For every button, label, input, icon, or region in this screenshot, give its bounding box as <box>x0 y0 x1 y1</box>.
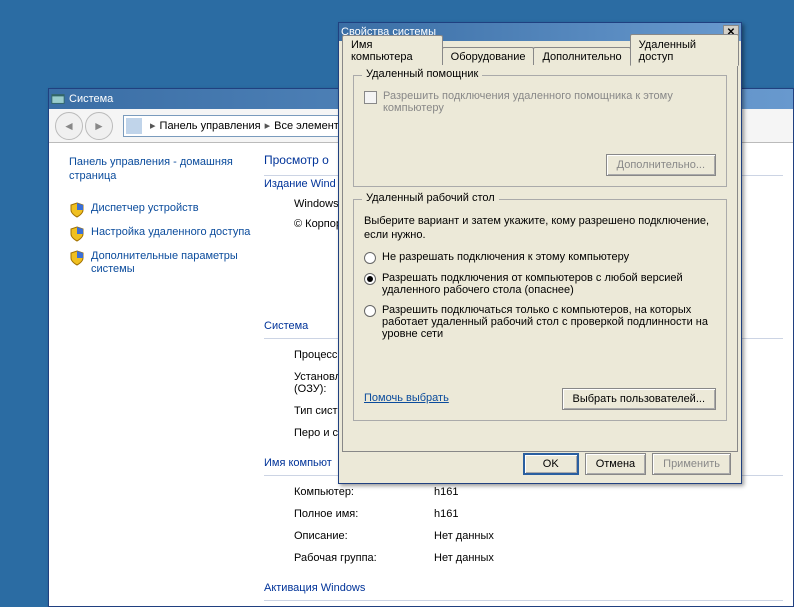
remote-assistance-group: Удаленный помощник Разрешить подключения… <box>353 75 727 187</box>
sidebar-link[interactable]: Дополнительные параметры системы <box>91 250 256 276</box>
section-activation-title: Активация Windows <box>264 582 783 594</box>
tab-remote[interactable]: Удаленный доступ <box>630 34 739 66</box>
tab-hardware[interactable]: Оборудование <box>442 47 535 65</box>
breadcrumb-sep-icon: ▸ <box>150 119 156 132</box>
breadcrumb-sep-icon: ▸ <box>265 119 271 132</box>
nav-back-button[interactable]: ◄ <box>55 112 83 140</box>
breadcrumb-seg2[interactable]: Все элемент <box>274 120 339 132</box>
info-row: Рабочая группа:Нет данных <box>264 552 783 564</box>
shield-icon <box>69 226 85 242</box>
checkbox-disabled <box>364 91 377 104</box>
left-nav-pane: Панель управления - домашняя страница Ди… <box>49 143 264 606</box>
dialog-body: Имя компьютера Оборудование Дополнительн… <box>339 41 741 483</box>
sidebar-item-advanced[interactable]: Дополнительные параметры системы <box>69 250 256 276</box>
allow-remote-assistance-checkbox-row: Разрешить подключения удаленного помощни… <box>364 90 716 114</box>
shield-icon <box>69 250 85 266</box>
info-row: Описание:Нет данных <box>264 530 783 542</box>
checkbox-label: Разрешить подключения удаленного помощни… <box>383 90 716 114</box>
divider <box>264 600 783 601</box>
info-row: Компьютер:h161 <box>264 486 783 498</box>
sidebar-link[interactable]: Настройка удаленного доступа <box>91 226 250 239</box>
address-breadcrumb[interactable]: ▸ Панель управления ▸ Все элемент <box>123 115 342 137</box>
radio-allow-nla-only[interactable]: Разрешить подключаться только с компьюте… <box>364 304 716 340</box>
system-properties-dialog: Свойства системы ✕ Имя компьютера Оборуд… <box>338 22 742 484</box>
remote-desktop-group: Удаленный рабочий стол Выберите вариант … <box>353 199 727 421</box>
radio-icon <box>364 273 376 285</box>
sidebar-link[interactable]: Диспетчер устройств <box>91 202 199 215</box>
nav-forward-button[interactable]: ► <box>85 112 113 140</box>
radio-allow-any[interactable]: Разрешать подключения от компьютеров с л… <box>364 272 716 296</box>
ok-button[interactable]: OK <box>523 453 579 475</box>
group-title: Удаленный помощник <box>362 68 482 80</box>
sidebar-item-devmgr[interactable]: Диспетчер устройств <box>69 202 256 218</box>
system-icon <box>51 92 65 106</box>
apply-button: Применить <box>652 453 731 475</box>
radio-label: Разрешить подключаться только с компьюте… <box>382 304 716 340</box>
radio-icon <box>364 252 376 264</box>
tab-advanced[interactable]: Дополнительно <box>533 47 630 65</box>
tabstrip: Имя компьютера Оборудование Дополнительн… <box>342 44 738 65</box>
radio-label: Не разрешать подключения к этому компьют… <box>382 251 629 263</box>
tab-computer-name[interactable]: Имя компьютера <box>342 35 443 65</box>
breadcrumb-seg1[interactable]: Панель управления <box>160 120 261 132</box>
radio-icon <box>364 305 376 317</box>
dialog-button-row: OK Отмена Применить <box>523 453 731 475</box>
sidebar-item-remote[interactable]: Настройка удаленного доступа <box>69 226 256 242</box>
info-row: Полное имя:h161 <box>264 508 783 520</box>
group-title: Удаленный рабочий стол <box>362 192 499 204</box>
help-choose-link[interactable]: Помочь выбрать <box>364 392 449 404</box>
radio-label: Разрешать подключения от компьютеров с л… <box>382 272 716 296</box>
select-users-button[interactable]: Выбрать пользователей... <box>562 388 717 410</box>
control-panel-home-link[interactable]: Панель управления - домашняя страница <box>69 155 256 184</box>
cancel-button[interactable]: Отмена <box>585 453 646 475</box>
computer-icon <box>126 118 142 134</box>
advanced-button: Дополнительно... <box>606 154 716 176</box>
tab-panel-remote: Удаленный помощник Разрешить подключения… <box>342 64 738 452</box>
rd-intro: Выберите вариант и затем укажите, кому р… <box>364 214 716 243</box>
radio-deny-connections[interactable]: Не разрешать подключения к этому компьют… <box>364 251 716 264</box>
shield-icon <box>69 202 85 218</box>
